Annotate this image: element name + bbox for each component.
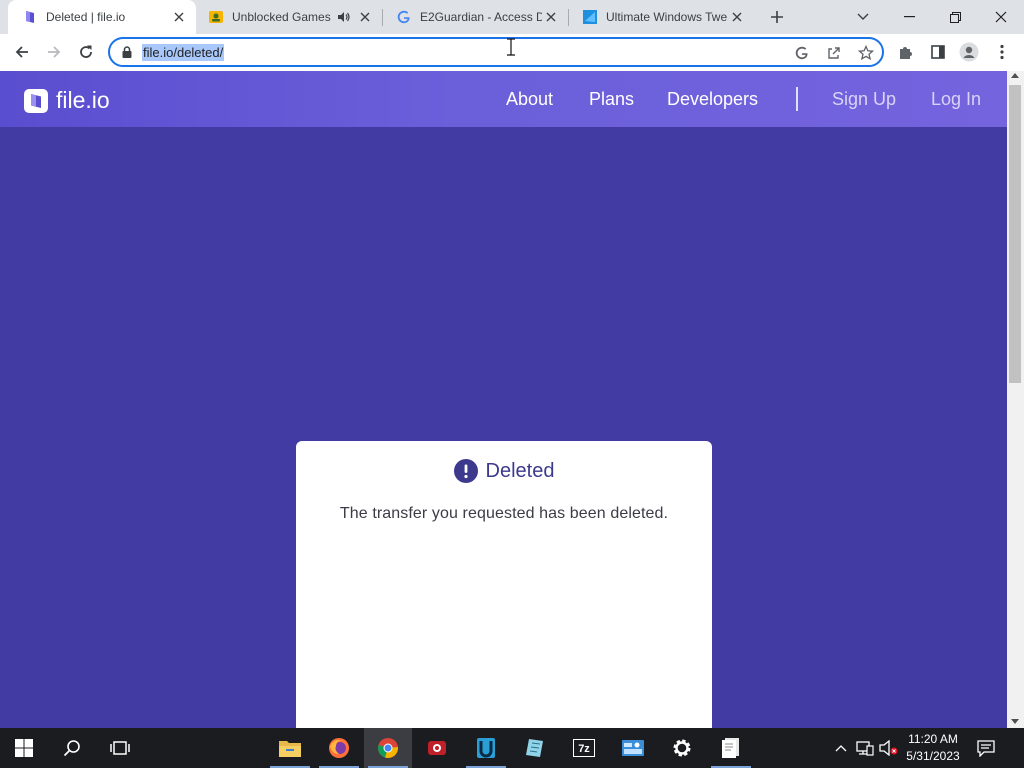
system-clock[interactable]: 11:20 AM 5/31/2023 <box>898 731 968 765</box>
plus-icon <box>771 11 783 23</box>
deleted-card: Deleted The transfer you requested has b… <box>296 441 712 728</box>
site-logo[interactable]: file.io <box>24 87 110 114</box>
browser-menu-button[interactable] <box>988 38 1016 66</box>
chevron-up-icon <box>835 745 847 752</box>
tab-e2guardian[interactable]: E2Guardian - Access De <box>382 0 568 34</box>
brand-name: file.io <box>56 87 110 113</box>
7zip-icon[interactable]: 7z <box>560 728 608 768</box>
windows-logo-icon <box>15 739 33 757</box>
minimize-button[interactable] <box>886 0 932 34</box>
side-panel-icon <box>931 45 945 59</box>
minimize-icon <box>903 16 915 18</box>
nav-plans[interactable]: Plans <box>589 89 634 110</box>
web-page: file.io About Plans Developers Sign Up L… <box>0 71 1007 728</box>
nav-log-in[interactable]: Log In <box>931 89 981 110</box>
file-explorer-icon[interactable] <box>266 728 314 768</box>
clock-date: 5/31/2023 <box>906 749 960 763</box>
notification-icon <box>977 740 995 757</box>
document-icon[interactable] <box>707 728 755 768</box>
fileio-logo-icon <box>24 88 48 113</box>
tab-title: E2Guardian - Access De <box>420 10 542 24</box>
close-icon[interactable] <box>728 8 746 26</box>
close-icon[interactable] <box>356 8 374 26</box>
network-icon[interactable] <box>854 728 876 768</box>
chevron-down-icon <box>857 13 869 20</box>
close-icon[interactable] <box>170 8 188 26</box>
notepad-icon[interactable] <box>511 728 559 768</box>
tab-search-button[interactable] <box>840 0 886 34</box>
side-panel-button[interactable] <box>924 38 952 66</box>
extensions-button[interactable] <box>892 38 920 66</box>
close-window-button[interactable] <box>978 0 1024 34</box>
svg-text:7z: 7z <box>578 743 590 755</box>
close-icon[interactable] <box>542 8 560 26</box>
arrow-right-icon <box>48 46 61 58</box>
start-button[interactable] <box>0 728 48 768</box>
site-navbar: file.io About Plans Developers Sign Up L… <box>0 71 1007 127</box>
volume-muted-icon[interactable] <box>878 728 900 768</box>
bookmark-star-icon[interactable] <box>856 43 876 63</box>
google-icon <box>396 9 412 25</box>
address-bar[interactable]: file.io/deleted/ <box>108 37 884 67</box>
speaker-icon[interactable] <box>336 9 352 25</box>
search-icon <box>63 740 80 757</box>
scroll-down-arrow-icon[interactable] <box>1011 719 1019 724</box>
task-view-button[interactable] <box>96 728 144 768</box>
reload-icon <box>80 45 92 58</box>
games-icon <box>208 9 224 25</box>
forward-button[interactable] <box>40 38 68 66</box>
chrome-icon[interactable] <box>364 728 412 768</box>
reload-button[interactable] <box>72 38 100 66</box>
close-icon <box>995 11 1007 23</box>
text-cursor-icon <box>507 38 515 56</box>
card-message: The transfer you requested has been dele… <box>339 505 669 522</box>
terminal-icon[interactable] <box>462 728 510 768</box>
restore-button[interactable] <box>932 0 978 34</box>
show-hidden-icons-button[interactable] <box>832 728 850 768</box>
nav-sign-up[interactable]: Sign Up <box>832 89 896 110</box>
scrollbar-thumb[interactable] <box>1009 85 1021 383</box>
tab-title: Unblocked Games <box>232 10 331 24</box>
search-button[interactable] <box>48 728 96 768</box>
card-title: Deleted <box>485 459 555 482</box>
restore-icon <box>949 11 961 23</box>
lock-icon[interactable] <box>120 45 134 59</box>
page-scrollbar[interactable] <box>1007 71 1024 728</box>
exclamation-circle-icon <box>453 459 478 483</box>
screen-recorder-icon[interactable] <box>413 728 461 768</box>
nav-about[interactable]: About <box>506 89 553 110</box>
url-text[interactable]: file.io/deleted/ <box>142 44 225 61</box>
tab-title: Ultimate Windows Twe <box>606 10 728 24</box>
google-lens-icon[interactable] <box>792 43 812 63</box>
back-button[interactable] <box>8 38 36 66</box>
avatar-icon <box>959 42 979 62</box>
card-header: Deleted <box>296 459 712 483</box>
puzzle-icon <box>900 47 912 59</box>
tab-unblocked-games[interactable]: Unblocked Games <box>194 0 382 34</box>
clock-time: 11:20 AM <box>908 732 958 746</box>
screen: Deleted | file.io Unblocked Games E2Guar… <box>0 0 1024 768</box>
task-view-icon <box>110 741 130 755</box>
firefox-icon[interactable] <box>315 728 363 768</box>
nav-developers[interactable]: Developers <box>667 89 758 110</box>
profile-button[interactable] <box>955 38 983 66</box>
windows-tweaker-icon <box>582 9 598 25</box>
tab-ultimate-windows-tweaker[interactable]: Ultimate Windows Twe <box>568 0 754 34</box>
action-center-button[interactable] <box>972 728 1000 768</box>
tab-title: Deleted | file.io <box>46 10 126 24</box>
new-tab-button[interactable] <box>766 6 788 28</box>
fileio-icon <box>22 9 38 25</box>
control-panel-icon[interactable] <box>609 728 657 768</box>
tab-strip: Deleted | file.io Unblocked Games E2Guar… <box>0 0 1024 34</box>
kebab-menu-icon <box>1000 44 1004 60</box>
windows-taskbar: 7z 11:20 AM 5/31/2023 <box>0 728 1024 768</box>
arrow-left-icon <box>15 46 28 58</box>
scroll-up-arrow-icon[interactable] <box>1011 73 1019 78</box>
tab-deleted-fileio[interactable]: Deleted | file.io <box>8 0 196 34</box>
share-icon[interactable] <box>824 43 844 63</box>
settings-icon[interactable] <box>658 728 706 768</box>
nav-divider <box>796 87 798 111</box>
